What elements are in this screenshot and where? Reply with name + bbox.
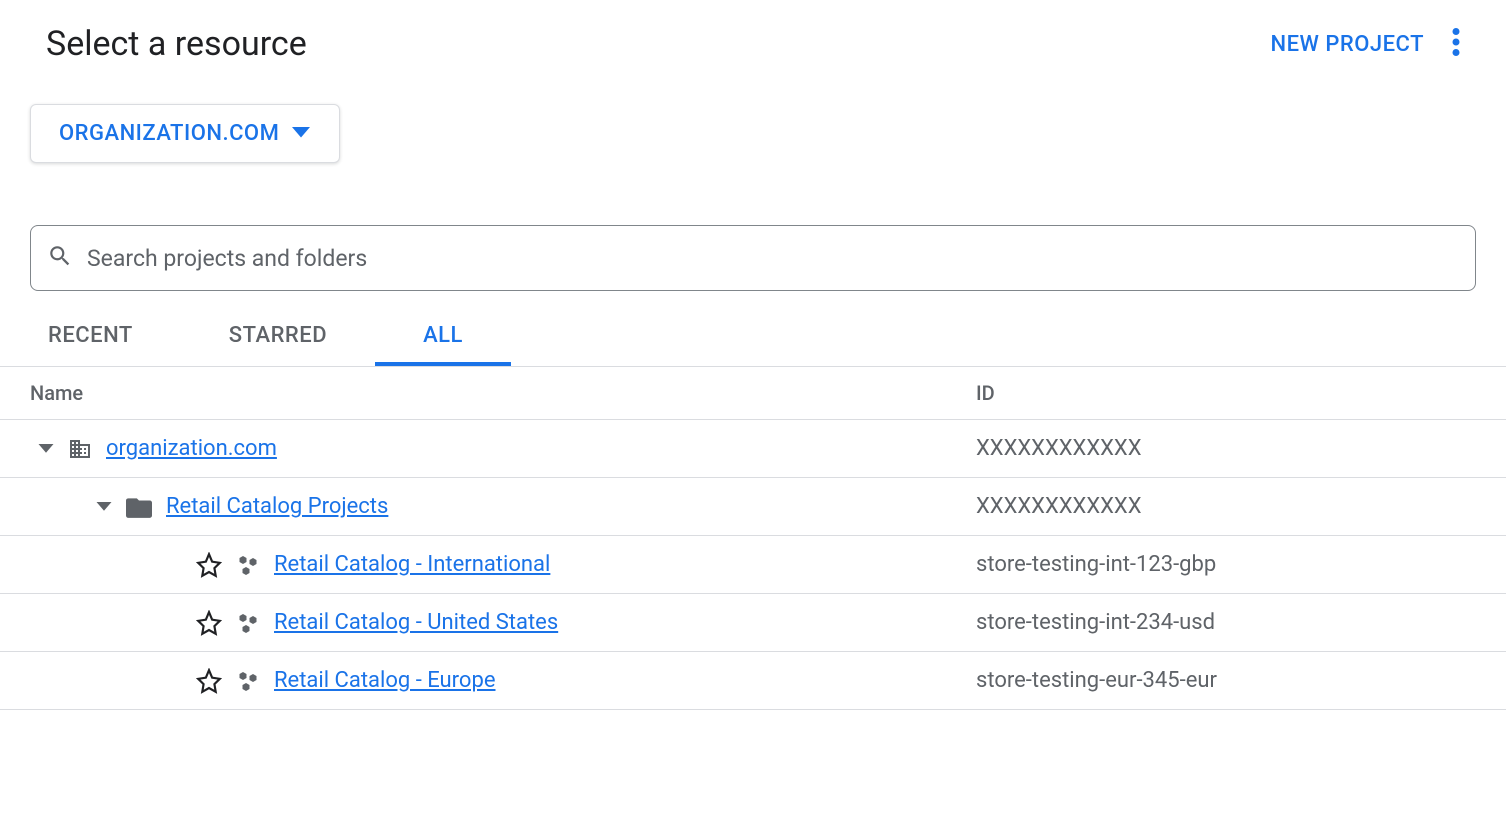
organization-label: ORGANIZATION.COM [59, 121, 279, 146]
project-icon [236, 611, 260, 635]
expand-arrow-icon[interactable] [96, 502, 112, 512]
star-outline-icon[interactable] [196, 552, 222, 578]
page-title: Select a resource [46, 24, 307, 64]
table-row[interactable]: Retail Catalog - Europe store-testing-eu… [0, 652, 1506, 710]
org-id: XXXXXXXXXXXX [976, 436, 1476, 461]
column-id: ID [976, 381, 1476, 405]
tab-starred[interactable]: STARRED [181, 323, 375, 366]
tab-recent[interactable]: RECENT [0, 323, 181, 366]
tabs: RECENT STARRED ALL [0, 291, 1506, 367]
column-name: Name [30, 381, 976, 405]
org-link[interactable]: organization.com [106, 436, 277, 461]
table-header: Name ID [0, 367, 1506, 420]
folder-icon [126, 496, 152, 518]
project-id: store-testing-eur-345-eur [976, 668, 1476, 693]
table-row[interactable]: Retail Catalog - United States store-tes… [0, 594, 1506, 652]
organization-icon [68, 437, 92, 461]
expand-arrow-icon[interactable] [38, 444, 54, 454]
project-icon [236, 553, 260, 577]
project-link[interactable]: Retail Catalog - Europe [274, 668, 496, 693]
project-link[interactable]: Retail Catalog - United States [274, 610, 558, 635]
search-icon [47, 243, 73, 273]
chevron-down-icon [291, 124, 311, 143]
table-row[interactable]: Retail Catalog Projects XXXXXXXXXXXX [0, 478, 1506, 536]
project-id: store-testing-int-123-gbp [976, 552, 1476, 577]
table-row[interactable]: organization.com XXXXXXXXXXXX [0, 420, 1506, 478]
search-input[interactable] [87, 245, 1459, 272]
star-outline-icon[interactable] [196, 610, 222, 636]
project-link[interactable]: Retail Catalog - International [274, 552, 550, 577]
project-icon [236, 669, 260, 693]
more-vert-icon[interactable] [1452, 28, 1460, 60]
folder-link[interactable]: Retail Catalog Projects [166, 494, 388, 519]
header-actions: NEW PROJECT [1270, 28, 1460, 60]
folder-id: XXXXXXXXXXXX [976, 494, 1476, 519]
star-outline-icon[interactable] [196, 668, 222, 694]
tab-all[interactable]: ALL [375, 323, 511, 366]
new-project-button[interactable]: NEW PROJECT [1270, 32, 1424, 57]
dialog-header: Select a resource NEW PROJECT [0, 0, 1506, 64]
search-container [30, 225, 1476, 291]
project-id: store-testing-int-234-usd [976, 610, 1476, 635]
organization-dropdown[interactable]: ORGANIZATION.COM [30, 104, 340, 163]
table-row[interactable]: Retail Catalog - International store-tes… [0, 536, 1506, 594]
